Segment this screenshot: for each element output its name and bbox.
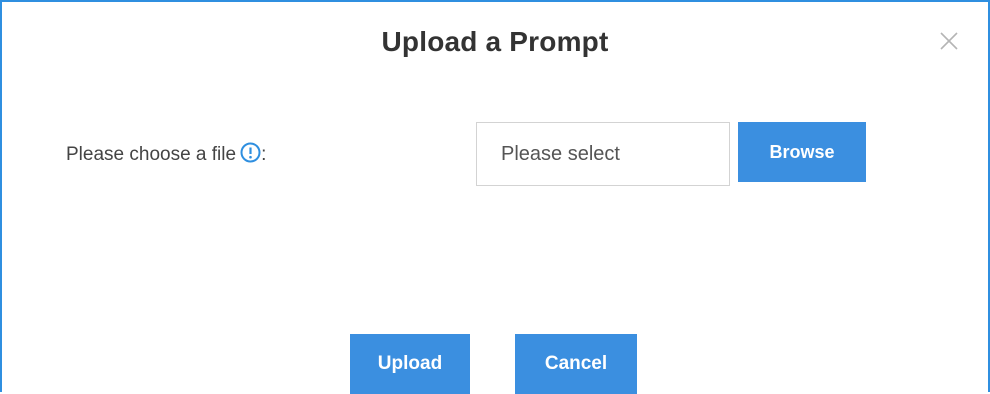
upload-button[interactable]: Upload [350,334,470,394]
upload-prompt-dialog: Upload a Prompt Please choose a file : B… [0,0,990,394]
file-field-label: Please choose a file : [66,142,267,166]
file-field-row: Please choose a file : Browse [2,122,988,186]
info-icon[interactable] [240,142,261,163]
browse-button[interactable]: Browse [738,122,866,182]
file-select-input[interactable] [476,122,730,186]
dialog-actions: Upload Cancel [2,334,988,394]
close-icon [938,30,960,52]
file-field-label-text: Please choose a file [66,144,237,165]
cancel-button[interactable]: Cancel [515,334,637,394]
dialog-title: Upload a Prompt [381,26,609,57]
file-field-label-suffix: : [261,144,267,165]
close-button[interactable] [938,30,960,52]
